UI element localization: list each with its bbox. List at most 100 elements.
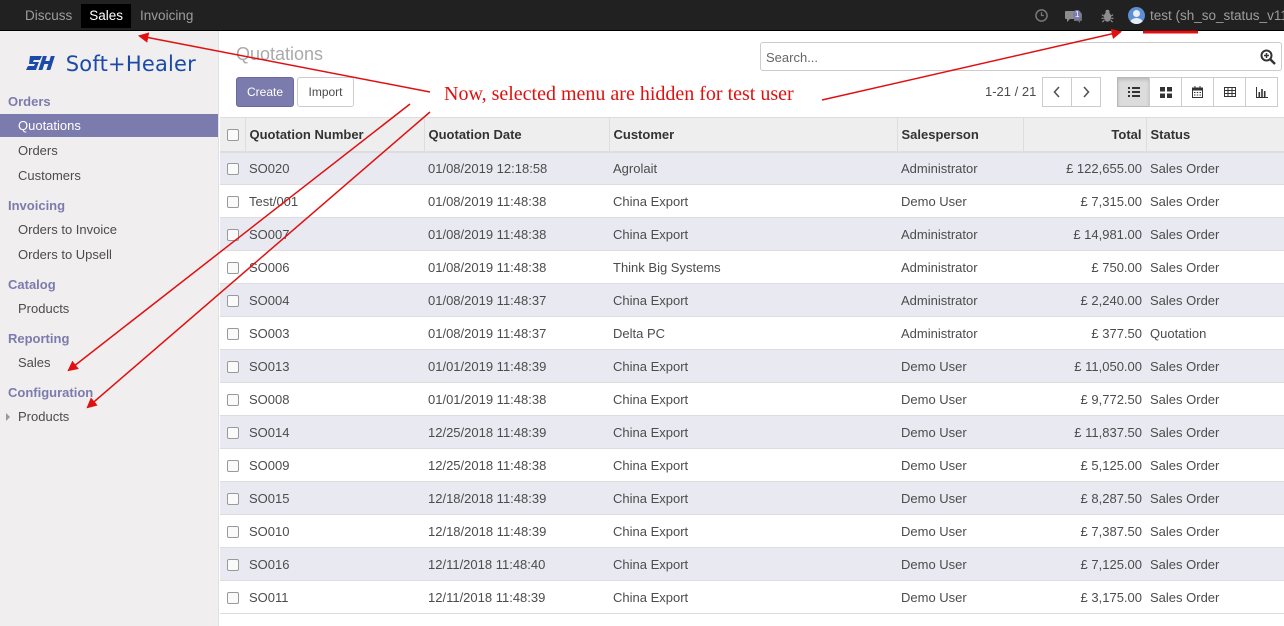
table-row[interactable]: SO010 12/18/2018 11:48:39 China Export Demo… xyxy=(220,514,1284,548)
bug-icon[interactable] xyxy=(1098,7,1116,25)
cell-quotation-number: SO009 xyxy=(249,457,290,473)
row-checkbox[interactable] xyxy=(220,548,245,581)
cell-total: £ 8,287.50 xyxy=(1080,490,1142,506)
row-checkbox[interactable] xyxy=(220,482,245,515)
table-row[interactable]: SO016 12/11/2018 11:48:40 China Export Demo… xyxy=(220,547,1284,581)
cell-quotation-date: 12/18/2018 11:48:39 xyxy=(428,490,547,506)
kanban-view-button[interactable] xyxy=(1149,77,1182,107)
cell-quotation-number: SO014 xyxy=(249,424,290,440)
cell-total: £ 2,240.00 xyxy=(1080,292,1142,308)
row-checkbox[interactable] xyxy=(220,416,245,449)
cell-status: Sales Order xyxy=(1150,259,1220,275)
column-header-quotation-date[interactable]: Quotation Date xyxy=(424,117,610,152)
cell-salesperson: Demo User xyxy=(901,556,967,572)
cell-quotation-number: SO016 xyxy=(249,556,290,572)
cell-customer: China Export xyxy=(613,292,689,308)
calendar-view-icon xyxy=(1192,86,1203,98)
cell-quotation-date: 12/11/2018 11:48:39 xyxy=(428,589,546,605)
table-row[interactable]: SO006 01/08/2019 11:48:38 Think Big System… xyxy=(220,250,1284,284)
sidebar-item-orders-to-upsell[interactable]: Orders to Upsell xyxy=(0,243,218,266)
sidebar-item-orders-to-invoice[interactable]: Orders to Invoice xyxy=(0,218,218,241)
column-header-customer[interactable]: Customer xyxy=(609,117,898,152)
pager-previous-button[interactable] xyxy=(1042,77,1072,107)
cell-customer: China Export xyxy=(613,457,689,473)
sidebar-item-sales-report[interactable]: Sales xyxy=(0,351,218,374)
logo-text: Soft+Healer xyxy=(65,52,196,76)
search-box xyxy=(760,42,1282,71)
search-icon[interactable] xyxy=(1260,49,1276,65)
row-checkbox[interactable] xyxy=(220,383,245,416)
chat-icon[interactable]: 1 xyxy=(1062,7,1086,25)
row-checkbox[interactable] xyxy=(220,152,245,185)
cell-total: £ 9,772.50 xyxy=(1080,391,1142,407)
cell-quotation-number: SO006 xyxy=(249,259,290,275)
cell-quotation-number: SO008 xyxy=(249,391,290,407)
cell-customer: China Export xyxy=(613,193,689,209)
cell-total: £ 5,125.00 xyxy=(1080,457,1142,473)
cell-total: £ 14,981.00 xyxy=(1073,226,1142,242)
table-row[interactable]: Test/001 01/08/2019 11:48:38 China Export D… xyxy=(220,184,1284,218)
table-row[interactable]: SO011 12/11/2018 11:48:39 China Export Demo… xyxy=(220,580,1284,614)
cell-quotation-number: SO003 xyxy=(249,325,290,341)
import-button[interactable]: Import xyxy=(297,77,354,107)
cell-quotation-number: SO010 xyxy=(249,523,290,539)
sidebar-item-orders[interactable]: Orders xyxy=(0,139,218,162)
table-row[interactable]: SO015 12/18/2018 11:48:39 China Export Demo… xyxy=(220,481,1284,515)
clock-icon[interactable] xyxy=(1032,7,1050,25)
cell-customer: China Export xyxy=(613,490,689,506)
cell-status: Sales Order xyxy=(1150,457,1220,473)
calendar-view-button[interactable] xyxy=(1181,77,1214,107)
sidebar-item-customers[interactable]: Customers xyxy=(0,164,218,187)
app-sales[interactable]: Sales xyxy=(81,3,132,28)
cell-total: £ 122,655.00 xyxy=(1066,160,1142,176)
row-checkbox[interactable] xyxy=(220,218,245,251)
row-checkbox[interactable] xyxy=(220,185,245,218)
table-row[interactable]: SO009 12/25/2018 11:48:38 China Export Demo… xyxy=(220,448,1284,482)
table-row[interactable]: SO008 01/01/2019 11:48:38 China Export Demo… xyxy=(220,382,1284,416)
sidebar-item-config-products[interactable]: Products xyxy=(0,405,218,428)
cell-status: Sales Order xyxy=(1150,358,1220,374)
create-button[interactable]: Create xyxy=(236,77,294,107)
sidebar-item-products[interactable]: Products xyxy=(0,297,218,320)
row-checkbox[interactable] xyxy=(220,251,245,284)
row-checkbox[interactable] xyxy=(220,350,245,383)
user-menu[interactable]: test (sh_so_status_v11c xyxy=(1128,7,1284,24)
app-menu: Discuss Sales Invoicing xyxy=(17,0,202,31)
row-checkbox[interactable] xyxy=(220,284,245,317)
pivot-view-button[interactable] xyxy=(1213,77,1246,107)
app-discuss[interactable]: Discuss xyxy=(17,4,80,28)
column-header-quotation-number[interactable]: Quotation Number xyxy=(245,117,425,152)
table-row[interactable]: SO007 01/08/2019 11:48:38 China Export Admi… xyxy=(220,217,1284,251)
row-checkbox[interactable] xyxy=(220,515,245,548)
cell-quotation-date: 01/08/2019 11:48:38 xyxy=(428,259,547,275)
pager-value[interactable]: 1-21 / 21 xyxy=(985,84,1036,99)
table-row[interactable]: SO013 01/01/2019 11:48:39 China Export Demo… xyxy=(220,349,1284,383)
column-header-salesperson[interactable]: Salesperson xyxy=(897,117,1024,152)
row-checkbox[interactable] xyxy=(220,581,245,614)
cell-quotation-number: Test/001 xyxy=(249,193,299,209)
row-checkbox[interactable] xyxy=(220,449,245,482)
column-header-status[interactable]: Status xyxy=(1146,118,1284,152)
caret-right-icon xyxy=(6,413,10,421)
table-row[interactable]: SO003 01/08/2019 11:48:37 Delta PC Administ… xyxy=(220,316,1284,350)
column-header-total[interactable]: Total xyxy=(1023,117,1147,152)
cell-quotation-number: SO004 xyxy=(249,292,290,308)
table-row[interactable]: SO004 01/08/2019 11:48:37 China Export Admi… xyxy=(220,283,1284,317)
cell-customer: China Export xyxy=(613,358,689,374)
search-input[interactable] xyxy=(766,48,1246,66)
section-reporting: Reporting xyxy=(8,331,70,346)
cell-status: Sales Order xyxy=(1150,160,1220,176)
table-row[interactable]: SO014 12/25/2018 11:48:39 China Export Demo… xyxy=(220,415,1284,449)
app-invoicing[interactable]: Invoicing xyxy=(132,4,201,28)
list-view-button[interactable] xyxy=(1117,77,1150,107)
table-row[interactable]: SO020 01/08/2019 12:18:58 Agrolait Administ… xyxy=(220,151,1284,185)
cell-customer: China Export xyxy=(613,556,689,572)
sidebar-item-quotations[interactable]: Quotations xyxy=(0,114,218,137)
cell-salesperson: Demo User xyxy=(901,490,967,506)
cell-quotation-date: 01/01/2019 11:48:39 xyxy=(428,358,547,374)
graph-view-button[interactable] xyxy=(1245,77,1278,107)
cell-status: Sales Order xyxy=(1150,391,1220,407)
row-checkbox[interactable] xyxy=(220,317,245,350)
select-all-checkbox[interactable] xyxy=(220,117,246,152)
pager-next-button[interactable] xyxy=(1071,77,1101,107)
